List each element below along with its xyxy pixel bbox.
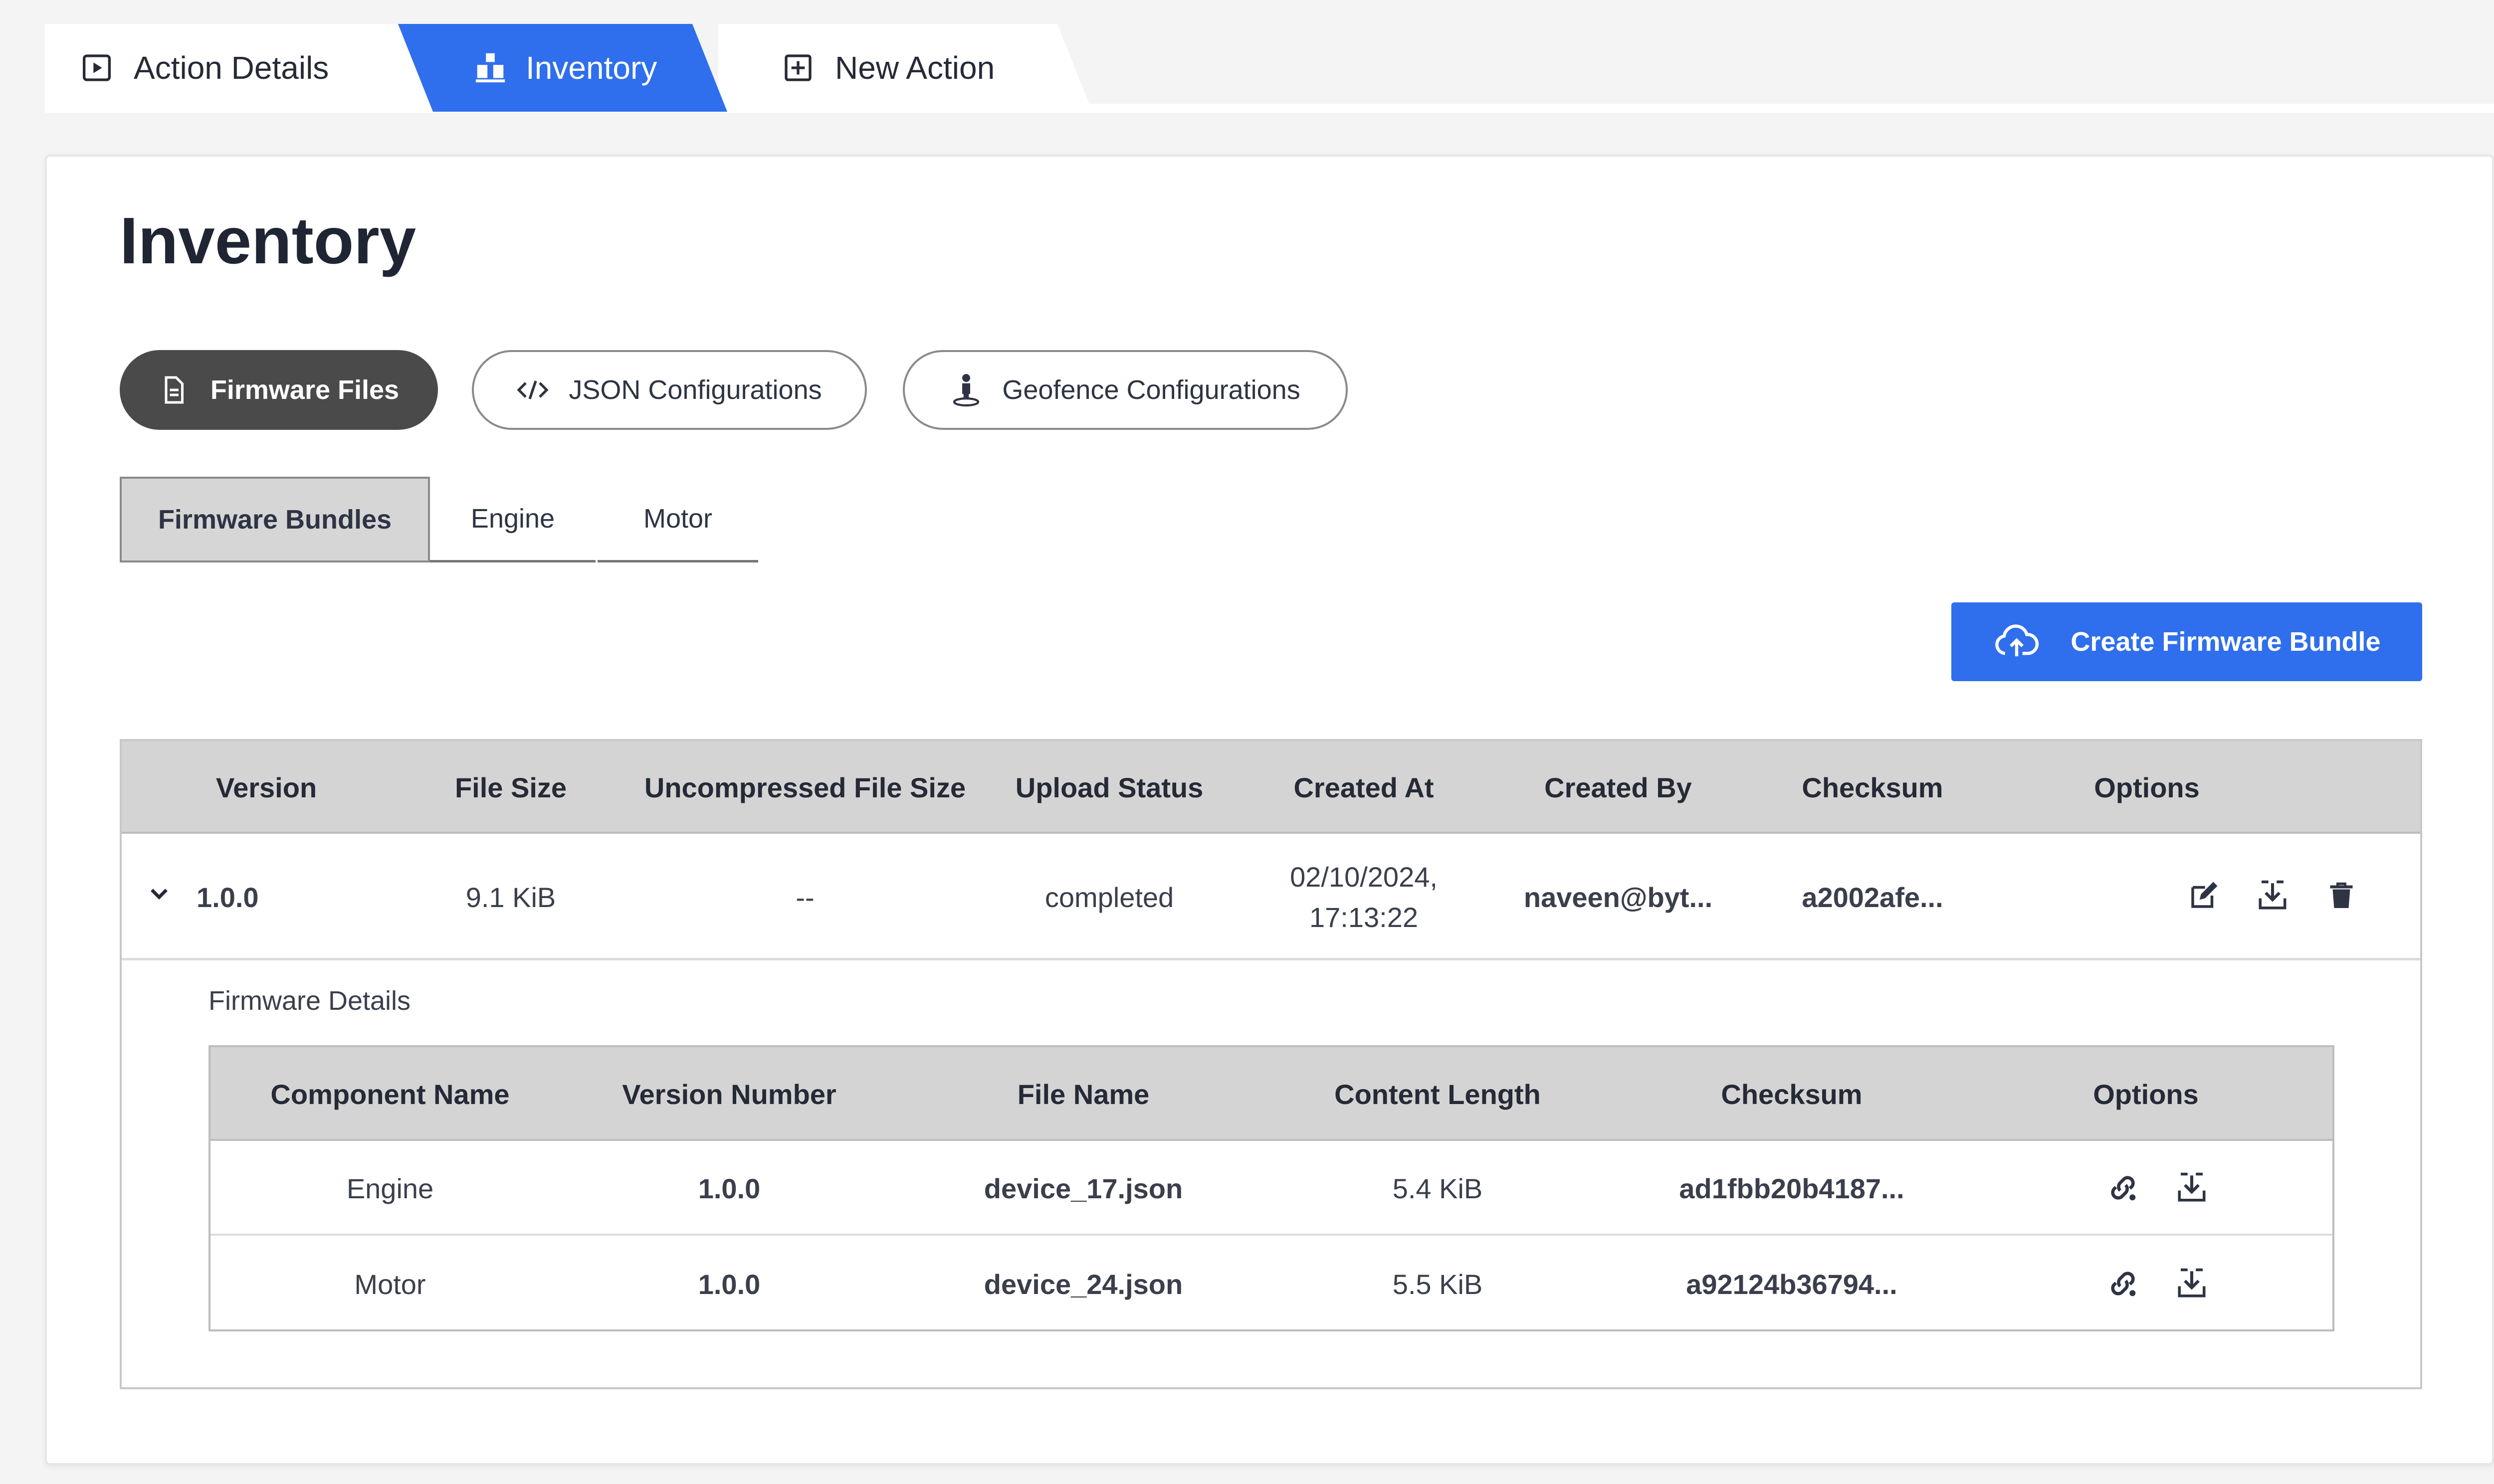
- cell-version-number: 1.0.0: [698, 1268, 761, 1300]
- cell-file-name: device_17.json: [984, 1172, 1183, 1204]
- pill-label: Geofence Configurations: [1002, 375, 1300, 405]
- cell-version-number: 1.0.0: [698, 1172, 761, 1204]
- pill-geofence-configurations[interactable]: Geofence Configurations: [903, 350, 1348, 430]
- pill-label: JSON Configurations: [569, 375, 822, 405]
- table-row: Engine 1.0.0 device_17.json 5.4 KiB ad1f…: [210, 1141, 2332, 1236]
- col-uncompressed-file-size[interactable]: Uncompressed File Size: [621, 741, 990, 834]
- col-details-checksum: Checksum: [1721, 1078, 1863, 1110]
- subtab-firmware-bundles[interactable]: Firmware Bundles: [120, 477, 430, 562]
- col-content-length: Content Length: [1334, 1078, 1541, 1110]
- table-header: Version File Size Uncompressed File Size…: [122, 741, 2420, 834]
- pill-json-configurations[interactable]: JSON Configurations: [472, 350, 867, 430]
- table-row[interactable]: 1.0.0 9.1 KiB -- completed 02/10/2024, 1…: [122, 834, 2420, 960]
- tab-label: Inventory: [526, 50, 657, 86]
- col-details-options: Options: [2093, 1078, 2199, 1110]
- trash-icon[interactable]: [2322, 877, 2360, 915]
- cell-component-name: Motor: [354, 1268, 426, 1300]
- cell-file-size: 9.1 KiB: [465, 881, 556, 913]
- play-square-icon: [81, 50, 116, 85]
- cell-content-length: 5.5 KiB: [1392, 1268, 1483, 1300]
- edit-icon[interactable]: [2185, 877, 2223, 915]
- download-icon[interactable]: [2173, 1169, 2211, 1207]
- tab-label: New Action: [835, 50, 995, 86]
- pill-firmware-files[interactable]: Firmware Files: [120, 350, 438, 430]
- cell-version: 1.0.0: [197, 881, 259, 913]
- chevron-down-icon[interactable]: [147, 882, 172, 907]
- cell-file-name: device_24.json: [984, 1268, 1183, 1300]
- col-created-at[interactable]: Created At: [1249, 741, 1478, 834]
- cell-checksum: a92124b36794...: [1686, 1268, 1897, 1300]
- document-icon: [159, 374, 191, 406]
- cell-content-length: 5.4 KiB: [1392, 1172, 1483, 1204]
- firmware-details-table: Component Name Version Number File Name …: [208, 1045, 2334, 1331]
- link-icon[interactable]: [2104, 1265, 2142, 1302]
- boxes-icon: [473, 50, 508, 85]
- col-component-name: Component Name: [270, 1078, 510, 1110]
- col-file-name: File Name: [1017, 1078, 1150, 1110]
- create-button-label: Create Firmware Bundle: [2071, 627, 2381, 657]
- cell-created-at: 02/10/2024, 17:13:22: [1249, 834, 1478, 960]
- create-firmware-bundle-button[interactable]: Create Firmware Bundle: [1951, 602, 2422, 681]
- cell-component-name: Engine: [346, 1172, 434, 1204]
- tab-new-action[interactable]: New Action: [718, 24, 1117, 112]
- subtab-engine[interactable]: Engine: [430, 477, 596, 562]
- col-version[interactable]: Version: [172, 741, 361, 834]
- cloud-upload-icon: [1993, 624, 2041, 659]
- plus-square-icon: [782, 50, 817, 85]
- details-table-header: Component Name Version Number File Name …: [210, 1047, 2332, 1141]
- created-at-time: 17:13:22: [1309, 902, 1418, 933]
- subtab-motor[interactable]: Motor: [598, 477, 758, 562]
- download-icon[interactable]: [2173, 1265, 2211, 1302]
- top-tab-bar: Action Details New Action Inventory: [45, 24, 2494, 113]
- link-icon[interactable]: [2104, 1169, 2142, 1207]
- code-icon: [517, 374, 549, 406]
- cell-uncompressed-size: --: [796, 881, 815, 913]
- tab-action-details[interactable]: Action Details: [45, 24, 444, 112]
- col-checksum[interactable]: Checksum: [1753, 741, 1992, 834]
- pill-label: Firmware Files: [210, 375, 400, 405]
- col-version-number: Version Number: [622, 1078, 836, 1110]
- created-at-date: 02/10/2024,: [1290, 861, 1438, 893]
- col-upload-status[interactable]: Upload Status: [1000, 741, 1219, 834]
- person-pin-icon: [950, 374, 982, 407]
- col-file-size[interactable]: File Size: [411, 741, 611, 834]
- inventory-card: Inventory Firmware Files JSON Configurat…: [45, 155, 2494, 1465]
- firmware-subtabs: Firmware Bundles Engine Motor: [120, 477, 788, 562]
- col-options: Options: [2094, 771, 2200, 803]
- col-created-by[interactable]: Created By: [1498, 741, 1738, 834]
- page-title: Inventory: [120, 204, 416, 277]
- cell-checksum: a2002afe...: [1802, 881, 1943, 913]
- tab-label: Action Details: [134, 50, 329, 86]
- cell-checksum: ad1fbb20b4187...: [1679, 1172, 1904, 1204]
- firmware-bundles-table: Version File Size Uncompressed File Size…: [120, 739, 2422, 1389]
- table-row: Motor 1.0.0 device_24.json 5.5 KiB a9212…: [210, 1237, 2332, 1331]
- download-icon[interactable]: [2254, 877, 2291, 915]
- firmware-details-label: Firmware Details: [208, 986, 411, 1016]
- cell-upload-status: completed: [1044, 881, 1174, 913]
- cell-created-by: naveen@byt...: [1523, 881, 1713, 913]
- tab-inventory[interactable]: Inventory: [398, 24, 757, 112]
